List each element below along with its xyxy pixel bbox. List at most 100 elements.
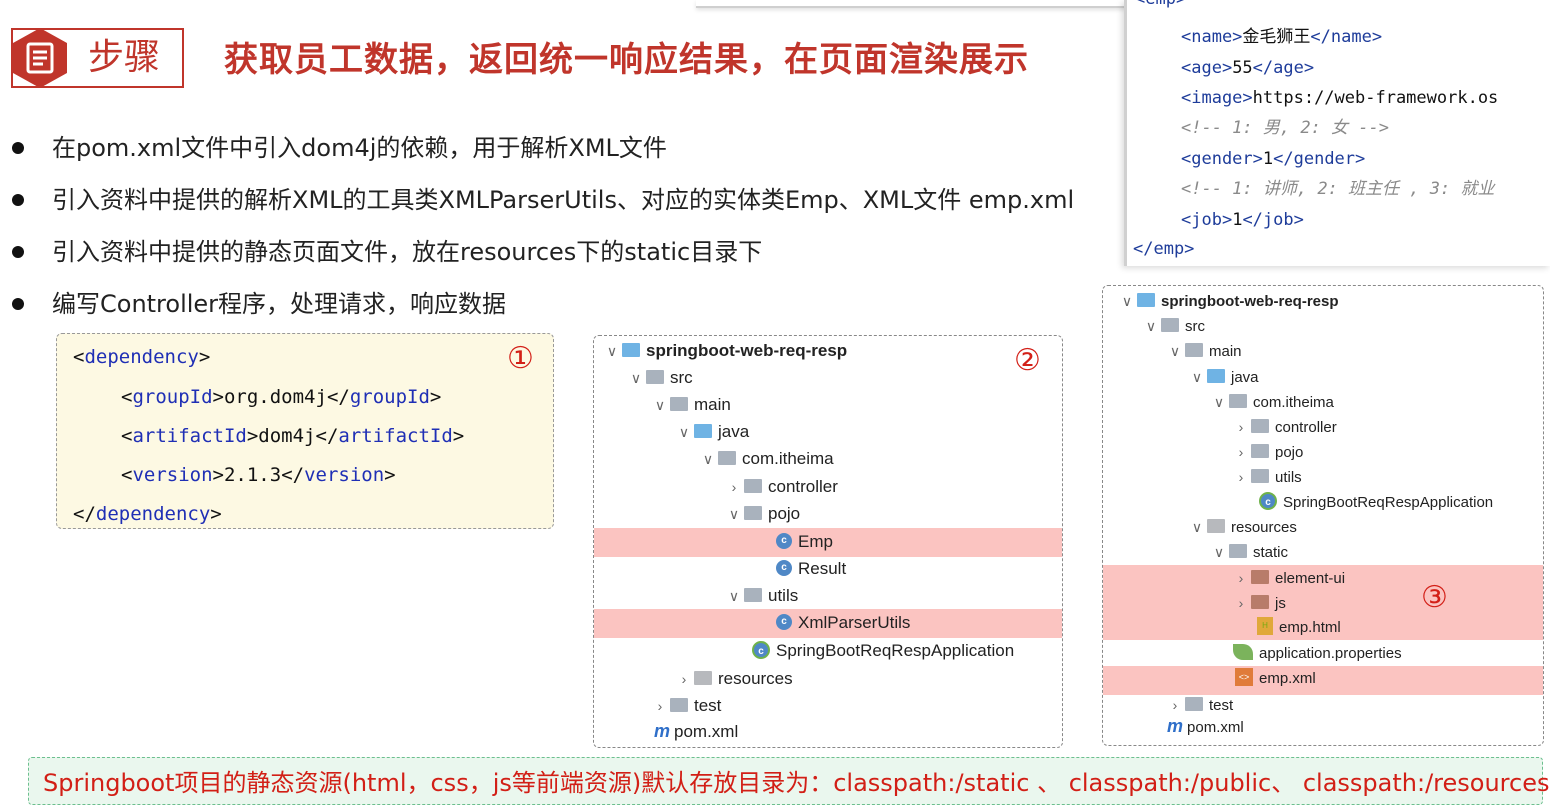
tree-item[interactable]: ∨ utils <box>724 583 798 609</box>
xml-end-tag: </emp> <box>1133 239 1195 259</box>
xml-comment: <!-- 1: 男, 2: 女 --> <box>1181 118 1389 138</box>
footer-text: Springboot项目的静态资源(html，css，js等前端资源)默认存放目… <box>43 769 1550 797</box>
bullet-text: 引入资料中提供的解析XML的工具类XMLParserUtils、对应的实体类Em… <box>52 186 1075 214</box>
package-icon <box>718 450 736 465</box>
dep-version-line: <version>2.1.3</version> <box>121 464 396 486</box>
bullet-text: 在pom.xml文件中引入dom4j的依赖，用于解析XML文件 <box>52 134 667 162</box>
package-icon <box>744 478 762 493</box>
tree-item[interactable]: ∨ pojo <box>724 501 800 527</box>
bullet-dot <box>12 246 24 258</box>
tree-item[interactable]: › controller <box>724 474 838 500</box>
resources-folder-icon <box>1207 519 1225 534</box>
tree-item[interactable]: › utils <box>1231 464 1302 490</box>
class-icon: c <box>776 532 792 549</box>
dep-groupid-line: <groupId>org.dom4j</groupId> <box>121 386 442 408</box>
package-icon <box>1251 469 1269 484</box>
folder-icon <box>1185 343 1203 358</box>
page-title: 获取员工数据，返回统一响应结果，在页面渲染展示 <box>224 40 1029 80</box>
bullet-text: 引入资料中提供的静态页面文件，放在resources下的static目录下 <box>52 238 763 266</box>
folder-icon <box>670 697 688 712</box>
tree-item[interactable]: ∨ com.itheima <box>1209 389 1334 415</box>
tree-item[interactable]: c Emp <box>776 529 833 555</box>
bullet-dot <box>12 142 24 154</box>
maven-icon: m <box>1167 716 1184 736</box>
step-label: 步骤 <box>88 37 161 78</box>
module-folder-icon <box>622 342 640 357</box>
marker-1: ① <box>507 341 534 376</box>
tree-item[interactable]: ∨ main <box>650 392 731 418</box>
document-icon <box>13 28 67 88</box>
project-tree-2: ② ∨ springboot-web-req-resp ∨ src ∨ main ∨ j… <box>593 335 1063 748</box>
tree-item[interactable]: m pom.xml <box>1167 713 1244 739</box>
xml-comment: <!-- 1: 讲师, 2: 班主任 , 3: 就业 <box>1181 179 1495 199</box>
tree-item[interactable]: application.properties <box>1233 641 1402 667</box>
tree-item[interactable]: ∨ java <box>1187 364 1259 390</box>
folder-icon <box>646 369 664 384</box>
tree-item[interactable]: ∨ springboot-web-req-resp <box>1117 288 1339 314</box>
package-icon <box>1229 394 1247 409</box>
xml-line: <age>55</age> <box>1181 58 1315 78</box>
package-icon <box>1251 419 1269 434</box>
source-folder-icon <box>1207 369 1225 384</box>
tree-item[interactable]: ∨ static <box>1209 539 1288 565</box>
spring-properties-icon <box>1233 644 1253 661</box>
folder-icon <box>670 396 688 411</box>
tree-item[interactable]: ∨ src <box>1141 313 1205 339</box>
bullet-item: 引入资料中提供的解析XML的工具类XMLParserUtils、对应的实体类Em… <box>12 180 1112 220</box>
top-divider <box>696 0 1126 8</box>
tree-item[interactable]: › pojo <box>1231 439 1304 465</box>
bullet-dot <box>12 298 24 310</box>
tree-item[interactable]: › controller <box>1231 414 1337 440</box>
tree-item[interactable]: ∨ java <box>674 419 749 445</box>
bullet-text: 编写Controller程序，处理请求，响应数据 <box>52 290 507 318</box>
class-icon: c <box>776 559 792 576</box>
tree-item[interactable]: c XmlParserUtils <box>776 610 910 636</box>
dependency-snippet: <dependency> <groupId>org.dom4j</groupId… <box>56 333 554 529</box>
package-icon <box>744 587 762 602</box>
tree-item[interactable]: ∨ main <box>1165 338 1242 364</box>
resources-folder-icon <box>694 670 712 685</box>
dep-open-line: <dependency> <box>73 346 211 368</box>
module-folder-icon <box>1137 293 1155 308</box>
bullet-dot <box>12 194 24 206</box>
xml-snippet-panel: <emp> <name>金毛狮王</name> <age>55</age> <i… <box>1124 0 1550 266</box>
dep-close-line: </dependency> <box>73 503 222 525</box>
folder-icon <box>1229 544 1247 559</box>
footer-note: Springboot项目的静态资源(html，css，js等前端资源)默认存放目… <box>28 757 1549 805</box>
dep-artifactid-line: <artifactId>dom4j</artifactId> <box>121 425 465 447</box>
tree-item[interactable]: ∨ springboot-web-req-resp <box>602 338 847 364</box>
tree-item[interactable]: c SpringBootReqRespApplication <box>1259 490 1493 516</box>
spring-app-icon: c <box>752 640 770 659</box>
xml-line: <name>金毛狮王</name> <box>1181 27 1383 47</box>
marker-2: ② <box>1014 343 1041 378</box>
tree-item[interactable]: › test <box>650 693 722 719</box>
package-icon <box>1251 444 1269 459</box>
tree-item[interactable]: › js <box>1231 590 1286 616</box>
tree-item[interactable]: ∨ src <box>626 365 693 391</box>
highlight-emp-xml <box>1103 666 1543 695</box>
tree-item[interactable]: ∨ com.itheima <box>698 446 834 472</box>
folder-icon <box>1251 595 1269 610</box>
spring-app-icon: c <box>1259 492 1277 511</box>
tree-item[interactable]: › element-ui <box>1231 565 1345 591</box>
marker-3: ③ <box>1421 580 1448 615</box>
xml-line: <image>https://web-framework.os <box>1181 88 1499 108</box>
bullet-item: 在pom.xml文件中引入dom4j的依赖，用于解析XML文件 <box>12 128 1112 168</box>
class-icon: c <box>776 613 792 630</box>
maven-icon: m <box>654 721 671 741</box>
tree-item[interactable]: ∨ resources <box>1187 514 1297 540</box>
folder-icon <box>1251 570 1269 585</box>
html-file-icon: H <box>1257 617 1273 636</box>
tree-item[interactable]: <> emp.xml <box>1235 666 1316 692</box>
project-tree-3: ③ ∨ springboot-web-req-resp ∨ src ∨ main ∨ j… <box>1102 285 1544 746</box>
tree-item[interactable]: Hemp.html <box>1257 615 1341 641</box>
xml-tag: <emp> <box>1135 0 1186 9</box>
tree-item[interactable]: c SpringBootReqRespApplication <box>752 638 1014 664</box>
tree-item[interactable]: m pom.xml <box>654 718 738 744</box>
tree-item[interactable]: c Result <box>776 556 846 582</box>
xml-line: <gender>1</gender> <box>1181 149 1366 169</box>
bullet-item: 编写Controller程序，处理请求，响应数据 <box>12 284 1112 324</box>
folder-icon <box>1161 318 1179 333</box>
package-icon <box>744 505 762 520</box>
tree-item[interactable]: › resources <box>674 666 793 692</box>
